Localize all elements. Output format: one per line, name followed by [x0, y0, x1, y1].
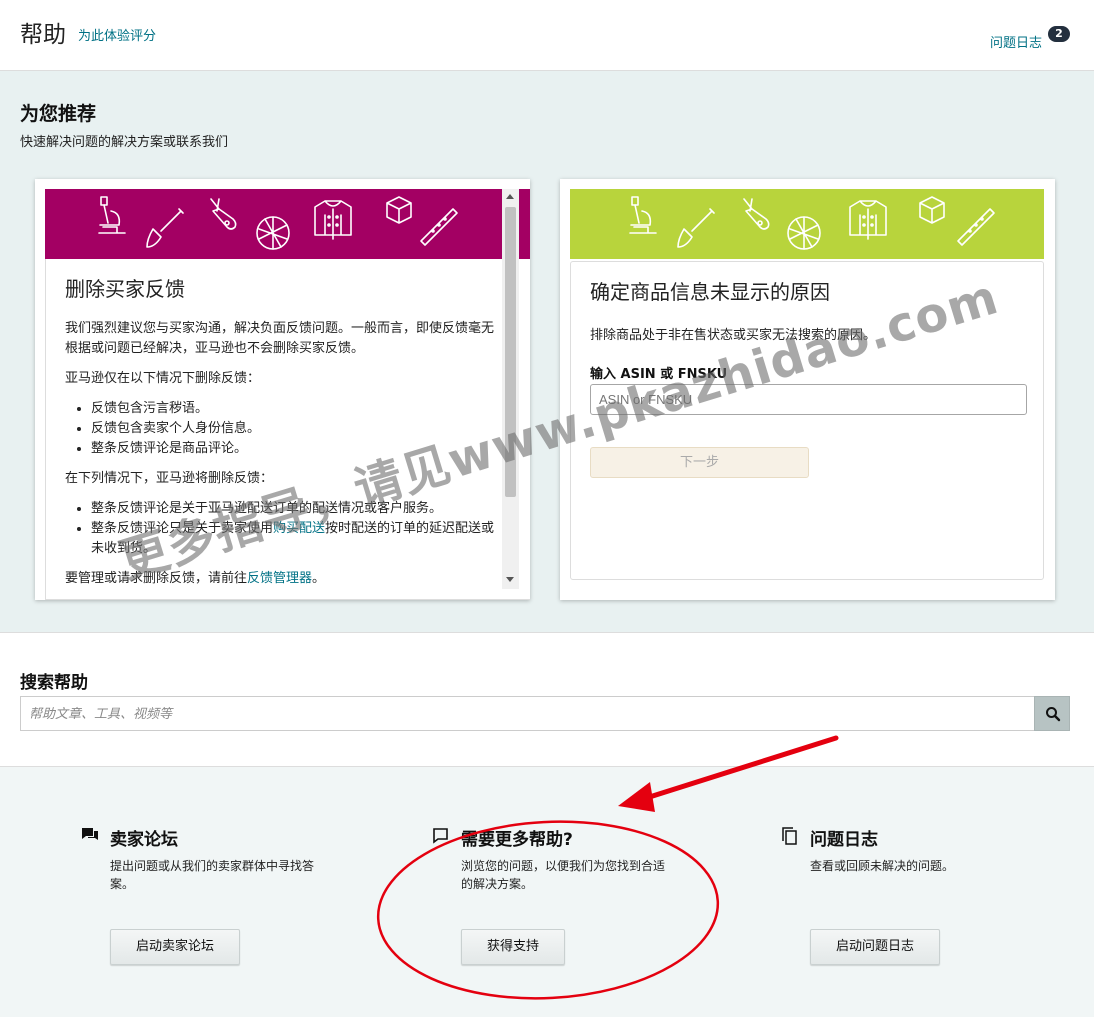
- paragraph-text: 。: [312, 571, 326, 586]
- listing-issue-card: 确定商品信息未显示的原因 排除商品处于非在售状态或买家无法搜索的原因。 输入 A…: [560, 179, 1055, 600]
- microscope-icon: [629, 196, 657, 234]
- recommend-subtitle: 快速解决问题的解决方案或联系我们: [20, 135, 229, 150]
- manage-feedback-paragraph: 要管理或请求删除反馈，请前往反馈管理器。: [65, 569, 495, 589]
- microscope-icon: [98, 196, 126, 234]
- toy-block-icon: [386, 196, 412, 224]
- case-log-description: 查看或回顾未解决的问题。: [810, 859, 955, 873]
- list-item: 整条反馈评论只是关于卖家使用购买配送按时配送的订单的延迟配送或未收到货。: [91, 519, 495, 559]
- toy-block-icon: [919, 196, 945, 224]
- remove-feedback-card: 删除买家反馈 我们强烈建议您与买家沟通，解决负面反馈问题。一般而言，即使反馈毫无…: [35, 179, 530, 600]
- paragraph-text: 要管理或请求删除反馈，请前往: [65, 571, 248, 586]
- more-help-title: 需要更多帮助?: [461, 830, 573, 850]
- feedback-manager-link[interactable]: 反馈管理器: [247, 571, 312, 586]
- list-item: 整条反馈评论是关于亚马逊配送订单的配送情况或客户服务。: [91, 499, 495, 519]
- list-text: 整条反馈评论只是关于卖家使用: [91, 521, 274, 536]
- pocket-knife-icon: [210, 198, 237, 230]
- get-support-button[interactable]: 获得支持: [461, 929, 565, 965]
- copy-icon: [782, 827, 797, 845]
- page-header: 帮助 为此体验评分 问题日志 2: [0, 0, 1094, 71]
- forum-title: 卖家论坛: [110, 830, 178, 850]
- jacket-icon: [314, 200, 352, 240]
- search-title: 搜索帮助: [20, 673, 88, 693]
- intro-paragraph: 我们强烈建议您与买家沟通，解决负面反馈问题。一般而言，即使反馈毫无根据或问题已经…: [65, 321, 495, 356]
- page-title: 帮助: [20, 22, 66, 48]
- removal-conditions-list: 反馈包含污言秽语。 反馈包含卖家个人身份信息。 整条反馈评论是商品评论。: [91, 399, 495, 459]
- chat-icon: [82, 828, 98, 840]
- recommend-section: 为您推荐 快速解决问题的解决方案或联系我们 删除买家反馈 我们强烈建议您与买家沟…: [0, 71, 1094, 632]
- condition-intro: 亚马逊仅在以下情况下删除反馈：: [65, 371, 261, 386]
- speech-bubble-icon: [433, 828, 448, 844]
- next-step-button[interactable]: 下一步: [590, 447, 809, 478]
- pocket-knife-icon: [743, 198, 770, 230]
- list-item: 反馈包含污言秽语。: [91, 399, 495, 419]
- more-help-description: 浏览您的问题，以便我们为您找到合适的解决方案。: [461, 859, 666, 891]
- shovel-icon: [146, 208, 184, 248]
- card-scrollbar[interactable]: [502, 189, 519, 589]
- removal-cases-intro: 在下列情况下，亚马逊将删除反馈：: [65, 471, 274, 486]
- recommend-title: 为您推荐: [20, 103, 97, 125]
- beach-ball-icon: [256, 216, 290, 250]
- search-help-section: 搜索帮助: [0, 632, 1094, 766]
- search-icon: [1046, 707, 1061, 722]
- rate-experience-link[interactable]: 为此体验评分: [78, 25, 156, 44]
- flute-icon: [420, 208, 458, 246]
- listing-issue-content: 确定商品信息未显示的原因 排除商品处于非在售状态或买家无法搜索的原因。 输入 A…: [570, 261, 1044, 580]
- beach-ball-icon: [787, 216, 821, 250]
- card-heading: 删除买家反馈: [65, 277, 185, 301]
- case-count-badge[interactable]: 2: [1048, 26, 1070, 42]
- list-item: 整条反馈评论是商品评论。: [91, 439, 495, 459]
- case-log-link[interactable]: 问题日志: [990, 32, 1042, 51]
- forum-description: 提出问题或从我们的卖家群体中寻找答案。: [110, 859, 315, 891]
- list-item: 反馈包含卖家个人身份信息。: [91, 419, 495, 439]
- banner-illustration-icons: [98, 196, 458, 250]
- search-input[interactable]: [20, 696, 1034, 731]
- banner-illustration-icons: [629, 196, 995, 250]
- remove-feedback-content[interactable]: 删除买家反馈 我们强烈建议您与买家沟通，解决负面反馈问题。一般而言，即使反馈毫无…: [45, 259, 530, 600]
- scroll-thumb[interactable]: [505, 207, 516, 497]
- scroll-down-arrow-icon[interactable]: [506, 577, 514, 582]
- shovel-icon: [677, 208, 715, 248]
- scroll-up-arrow-icon[interactable]: [506, 194, 514, 199]
- launch-case-log-button[interactable]: 启动问题日志: [810, 929, 940, 965]
- buy-shipping-link[interactable]: 购买配送: [273, 521, 325, 536]
- card-heading: 确定商品信息未显示的原因: [590, 280, 830, 304]
- card-description: 排除商品处于非在售状态或买家无法搜索的原因。: [590, 328, 877, 343]
- search-button[interactable]: [1034, 696, 1070, 731]
- card-banner: [570, 189, 1044, 259]
- removal-cases-list: 整条反馈评论是关于亚马逊配送订单的配送情况或客户服务。 整条反馈评论只是关于卖家…: [91, 499, 495, 559]
- launch-forum-button[interactable]: 启动卖家论坛: [110, 929, 240, 965]
- contact-section: 卖家论坛 提出问题或从我们的卖家群体中寻找答案。 启动卖家论坛 需要更多帮助? …: [0, 766, 1094, 1017]
- flute-icon: [957, 208, 995, 246]
- jacket-icon: [849, 200, 887, 240]
- card-banner: [45, 189, 530, 259]
- asin-input[interactable]: [590, 384, 1027, 415]
- case-log-title: 问题日志: [810, 830, 878, 850]
- asin-label: 输入 ASIN 或 FNSKU: [590, 367, 728, 382]
